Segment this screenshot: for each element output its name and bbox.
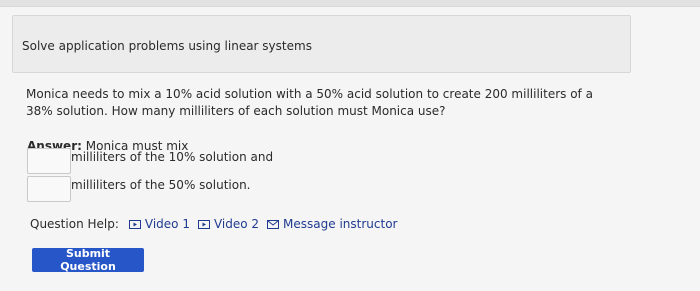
play-icon: [197, 219, 210, 229]
video-2-link[interactable]: Video 2: [197, 217, 260, 231]
submit-question-button[interactable]: Submit Question: [32, 247, 144, 273]
answer-suffix-10-percent: milliliters of the 10% solution and: [71, 150, 274, 164]
video-1-link[interactable]: Video 1: [128, 217, 190, 231]
play-icon: [128, 219, 141, 229]
question-help: Question Help: Video 1 Video 2 Message i…: [30, 217, 405, 231]
problem-text: Monica needs to mix a 10% acid solution …: [26, 87, 593, 118]
video-1-label: Video 1: [144, 217, 190, 231]
topic-header: Solve application problems using linear …: [12, 15, 631, 73]
message-instructor-link[interactable]: Message instructor: [267, 217, 397, 231]
envelope-icon: [267, 219, 280, 229]
answer-suffix-50-percent: milliliters of the 50% solution.: [71, 178, 251, 192]
answer-input-10-percent[interactable]: [27, 148, 71, 174]
topic-title: Solve application problems using linear …: [22, 39, 312, 53]
message-instructor-label: Message instructor: [283, 217, 398, 231]
top-bar: [0, 0, 700, 7]
question-help-label: Question Help:: [30, 217, 119, 231]
question-page: Solve application problems using linear …: [0, 7, 700, 291]
video-2-label: Video 2: [213, 217, 260, 231]
answer-input-50-percent[interactable]: [27, 176, 71, 202]
